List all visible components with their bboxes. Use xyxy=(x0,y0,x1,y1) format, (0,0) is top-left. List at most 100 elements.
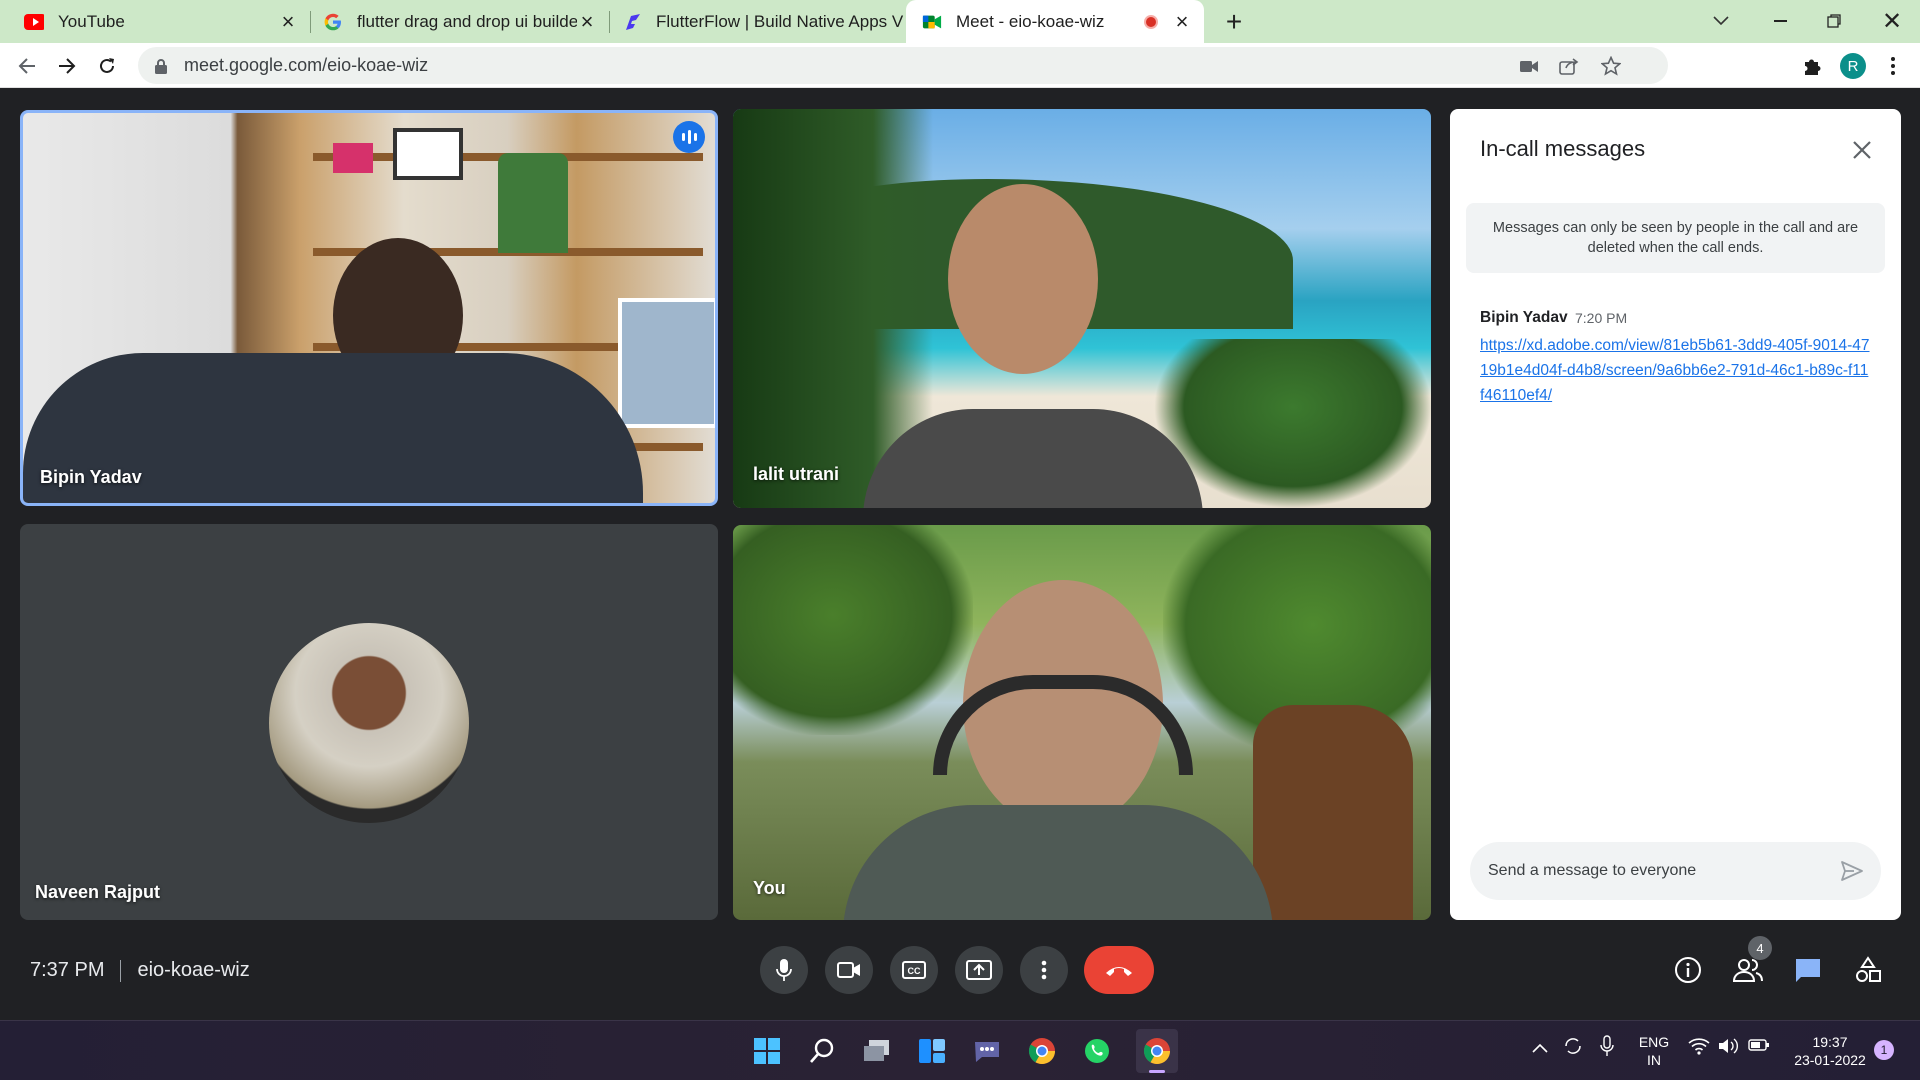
address-bar[interactable]: meet.google.com/eio-koae-wiz xyxy=(138,47,1668,84)
tab-title: YouTube xyxy=(58,11,125,31)
tab-flutterflow[interactable]: FlutterFlow | Build Native Apps V xyxy=(610,0,906,43)
camera-icon[interactable] xyxy=(1516,53,1542,79)
tab-search-button[interactable] xyxy=(1706,8,1736,34)
present-to-all-icon xyxy=(966,960,992,980)
tab-youtube[interactable]: YouTube × xyxy=(0,0,310,43)
participant-name: Bipin Yadav xyxy=(40,467,142,487)
arrow-left-icon xyxy=(18,58,35,74)
participant-name: lalit utrani xyxy=(753,464,840,484)
flutterflow-icon xyxy=(622,12,642,32)
chat-button[interactable] xyxy=(1788,950,1828,990)
profile-button[interactable]: R xyxy=(1836,49,1870,83)
tab-title: Meet - eio-koae-wiz xyxy=(956,11,1105,31)
participant-name: Naveen Rajput xyxy=(35,882,161,902)
person-silhouette xyxy=(948,184,1098,374)
task-view-icon[interactable] xyxy=(861,1035,893,1067)
camera-button[interactable] xyxy=(825,946,873,994)
panel-title: In-call messages xyxy=(1480,136,1646,161)
tab-google-search[interactable]: flutter drag and drop ui builder - × xyxy=(311,0,609,43)
picture-frame xyxy=(393,128,463,180)
whatsapp-icon[interactable] xyxy=(1081,1035,1113,1067)
send-icon xyxy=(1841,861,1863,881)
participant-tile-you[interactable]: You xyxy=(733,525,1431,920)
youtube-icon xyxy=(24,12,44,32)
message-input[interactable] xyxy=(1488,862,1808,880)
chrome-profile-active-icon[interactable] xyxy=(1136,1029,1178,1073)
avatar xyxy=(269,623,469,823)
videocam-icon xyxy=(837,962,860,978)
close-window-button[interactable]: ✕ xyxy=(1872,6,1912,36)
forward-button[interactable] xyxy=(50,49,84,83)
close-icon[interactable]: × xyxy=(1172,9,1192,34)
language-indicator[interactable]: ENG IN xyxy=(1632,1033,1676,1069)
chat-teams-icon[interactable] xyxy=(971,1035,1003,1067)
system-clock[interactable]: 19:37 23-01-2022 xyxy=(1782,1033,1878,1069)
closed-captions-icon: CC xyxy=(902,961,926,979)
share-icon[interactable] xyxy=(1556,53,1582,79)
volume-icon[interactable] xyxy=(1716,1037,1742,1059)
participant-name: You xyxy=(753,878,786,898)
participant-tile-bipin[interactable]: Bipin Yadav xyxy=(20,110,718,506)
wifi-icon[interactable] xyxy=(1686,1037,1712,1059)
microphone-button[interactable] xyxy=(760,946,808,994)
notification-badge[interactable]: 1 xyxy=(1874,1040,1894,1060)
more-options-button[interactable] xyxy=(1020,946,1068,994)
browser-menu-button[interactable] xyxy=(1876,49,1910,83)
close-panel-button[interactable] xyxy=(1845,133,1879,167)
in-call-messages-panel: In-call messages Messages can only be se… xyxy=(1450,109,1901,920)
tab-meet[interactable]: Meet - eio-koae-wiz × xyxy=(906,0,1204,43)
star-icon[interactable] xyxy=(1598,53,1624,79)
participant-tile-lalit[interactable]: lalit utrani xyxy=(733,109,1431,508)
leave-call-button[interactable] xyxy=(1084,946,1154,994)
message-link[interactable]: https://xd.adobe.com/view/81eb5b61-3dd9-… xyxy=(1480,333,1870,408)
tab-title: flutter drag and drop ui builder - xyxy=(357,11,577,31)
microphone-tray-icon[interactable] xyxy=(1596,1035,1618,1061)
restore-button[interactable] xyxy=(1814,6,1854,36)
os-taskbar: ENG IN 19:37 23-01-2022 1 xyxy=(0,1020,1920,1080)
search-icon[interactable] xyxy=(806,1035,838,1067)
minimize-button[interactable] xyxy=(1760,6,1800,36)
svg-text:CC: CC xyxy=(908,966,921,976)
url-text: meet.google.com/eio-koae-wiz xyxy=(184,55,429,75)
puzzle-icon xyxy=(1805,59,1821,75)
extensions-button[interactable] xyxy=(1795,49,1829,83)
tree-trunk xyxy=(1253,705,1413,920)
widgets-icon[interactable] xyxy=(916,1035,948,1067)
reload-button[interactable] xyxy=(90,49,124,83)
participant-tile-naveen[interactable]: Naveen Rajput xyxy=(20,524,718,920)
info-icon xyxy=(1675,957,1701,983)
person-body xyxy=(843,805,1273,920)
audio-level-icon xyxy=(673,121,705,153)
meet-icon xyxy=(922,12,942,32)
sync-icon[interactable] xyxy=(1560,1035,1586,1061)
chevron-down-icon xyxy=(1713,16,1729,26)
divider xyxy=(120,959,122,982)
present-button[interactable] xyxy=(955,946,1003,994)
recording-icon xyxy=(1144,14,1158,29)
activities-icon xyxy=(1856,956,1881,982)
more-vert-icon xyxy=(1041,960,1047,980)
meeting-details-button[interactable] xyxy=(1668,950,1708,990)
battery-icon[interactable] xyxy=(1746,1037,1772,1057)
chat-icon xyxy=(1796,959,1820,982)
tab-title: FlutterFlow | Build Native Apps V xyxy=(656,11,904,31)
activities-button[interactable] xyxy=(1848,950,1888,990)
chevron-up-icon[interactable] xyxy=(1528,1039,1552,1057)
back-button[interactable] xyxy=(10,49,44,83)
meeting-code: eio-koae-wiz xyxy=(137,959,250,981)
send-button[interactable] xyxy=(1837,856,1867,886)
more-vert-icon xyxy=(1891,57,1895,75)
captions-button[interactable]: CC xyxy=(890,946,938,994)
close-icon[interactable]: × xyxy=(577,9,597,34)
participant-count-badge: 4 xyxy=(1748,936,1772,960)
lock-icon xyxy=(155,58,167,74)
meeting-controls-bar: 7:37 PM eio-koae-wiz CC xyxy=(0,935,1920,1007)
language-code: ENG xyxy=(1638,1034,1670,1050)
plant-pot xyxy=(333,143,373,173)
windows-start-icon[interactable] xyxy=(751,1035,783,1067)
new-tab-button[interactable]: + xyxy=(1218,6,1250,38)
message-sender: Bipin Yadav xyxy=(1480,309,1568,326)
chrome-icon[interactable] xyxy=(1026,1035,1058,1067)
close-icon[interactable]: × xyxy=(278,9,298,34)
call-end-icon xyxy=(1106,967,1132,976)
